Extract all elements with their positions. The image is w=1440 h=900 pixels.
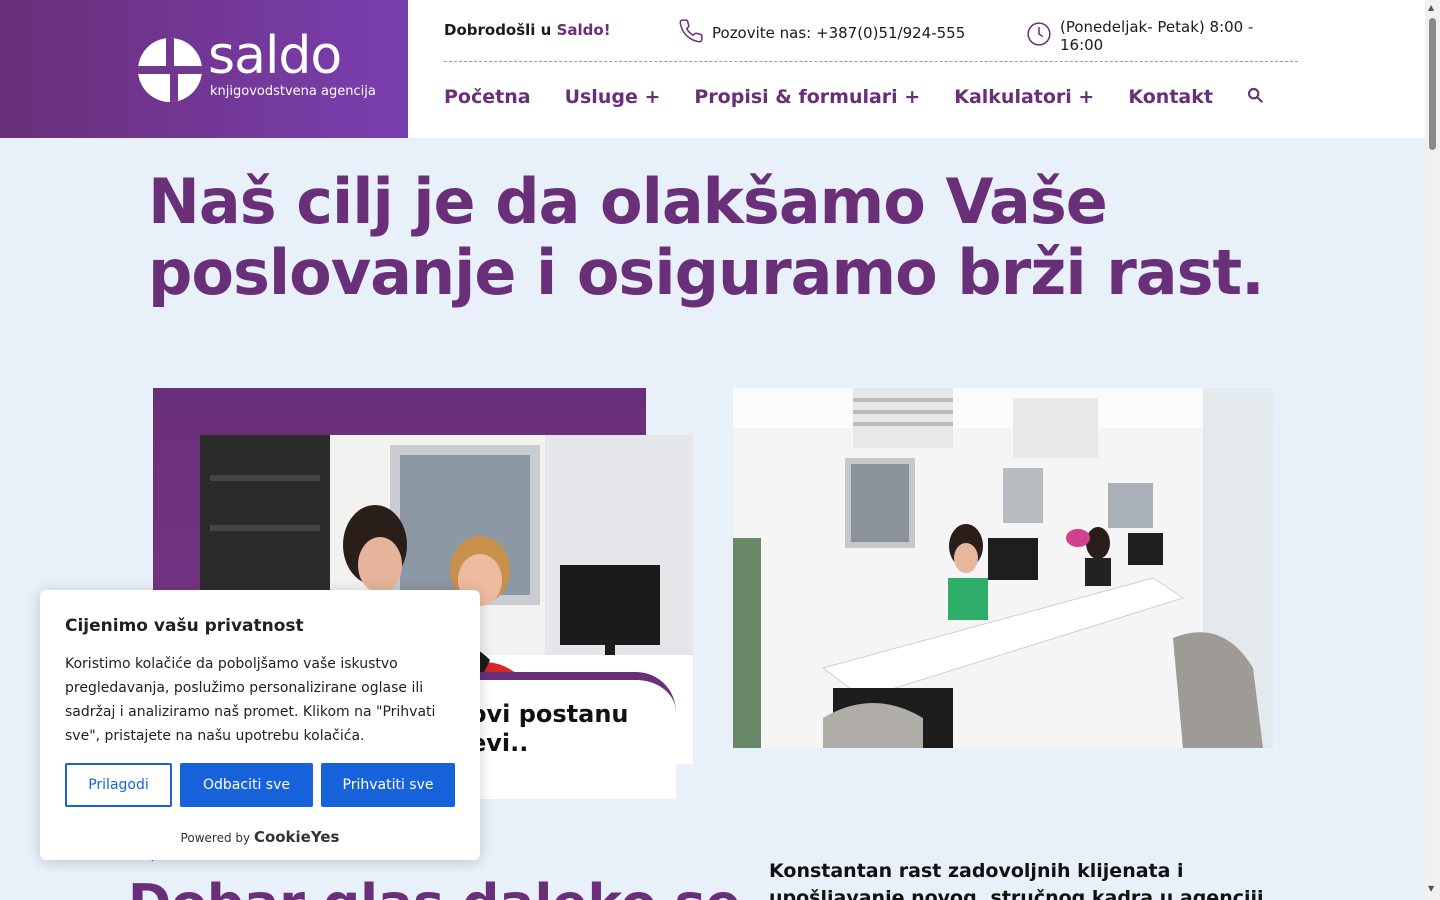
scroll-thumb[interactable]: [1429, 18, 1436, 150]
phone-icon: [678, 18, 704, 48]
clock-icon: [1026, 21, 1052, 51]
hero-title: Naš cilj je da olakšamo Vaše poslovanje …: [148, 165, 1265, 309]
phone-contact[interactable]: Pozovite nas: +387(0)51/924-555: [678, 18, 965, 48]
cookie-buttons: Prilagodi Odbaciti sve Prihvatiti sve: [65, 763, 455, 807]
nav-item-usluge[interactable]: Usluge +: [565, 86, 661, 108]
welcome-prefix: Dobrodošli u: [444, 21, 557, 39]
scroll-down-arrow-icon[interactable]: ▼: [1428, 884, 1434, 893]
cookie-title: Cijenimo vašu privatnost: [65, 616, 304, 636]
powered-by-text: Powered by: [180, 831, 251, 845]
cookieyes-logo[interactable]: CookieYes: [254, 828, 340, 846]
nav-item-pocetna[interactable]: Početna: [444, 86, 531, 108]
quote-card-text: ovi postanu evi..: [470, 700, 629, 757]
scroll-up-arrow-icon[interactable]: ▲: [1428, 3, 1434, 12]
section-paragraph: Konstantan rast zadovoljnih klijenata i …: [769, 860, 1264, 900]
search-icon: [1247, 87, 1263, 107]
customize-button[interactable]: Prilagodi: [65, 763, 172, 807]
top-info-bar: Dobrodošli u Saldo! Pozovite nas: +387(0…: [444, 18, 1298, 54]
welcome-text: Dobrodošli u Saldo!: [444, 21, 611, 39]
working-hours: (Ponedeljak- Petak) 8:00 - 16:00: [1026, 18, 1298, 54]
site-header: saldo knjigovodstvena agencija Dobrodošl…: [0, 0, 1425, 138]
cookie-description: Koristimo kolačiće da poboljšamo vaše is…: [65, 656, 436, 744]
section-heading: Dobar glas daleko se: [128, 874, 741, 900]
main-nav: Početna Usluge + Propisi & formulari + K…: [444, 86, 1263, 108]
cookie-consent-banner: Cijenimo vašu privatnost Koristimo kolač…: [40, 590, 480, 860]
header-divider: [444, 61, 1298, 62]
logo[interactable]: saldo knjigovodstvena agencija: [0, 0, 408, 138]
accept-all-button[interactable]: Prihvatiti sve: [321, 763, 455, 807]
hours-text: (Ponedeljak- Petak) 8:00 - 16:00: [1060, 18, 1254, 54]
nav-item-kontakt[interactable]: Kontakt: [1128, 86, 1213, 108]
phone-text: Pozovite nas: +387(0)51/924-555: [712, 24, 966, 42]
logo-mark-icon: [138, 38, 202, 102]
nav-item-propisi-formulari[interactable]: Propisi & formulari +: [694, 86, 920, 108]
logo-subtitle: knjigovodstvena agencija: [210, 84, 376, 99]
reject-all-button[interactable]: Odbaciti sve: [180, 763, 313, 807]
nav-item-kalkulatori[interactable]: Kalkulatori +: [954, 86, 1094, 108]
welcome-brand: Saldo!: [556, 21, 611, 39]
search-button[interactable]: [1247, 87, 1263, 107]
powered-by: Powered by CookieYes: [40, 828, 480, 846]
office-photo-desks: [733, 388, 1273, 748]
page-scrollbar[interactable]: ▲ ▼: [1425, 0, 1440, 900]
logo-wordmark: saldo: [208, 26, 342, 86]
